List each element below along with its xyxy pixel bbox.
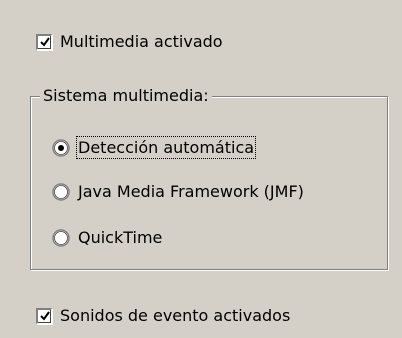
event-sounds-enabled-label: Sonidos de evento activados — [60, 306, 291, 325]
check-mark-icon — [39, 37, 50, 47]
event-sounds-enabled-option[interactable]: Sonidos de evento activados — [36, 306, 290, 325]
multimedia-enabled-option[interactable]: Multimedia activado — [36, 32, 223, 51]
event-sounds-enabled-checkbox[interactable] — [36, 307, 52, 324]
radio-selected-icon — [52, 138, 70, 157]
radio-label-quicktime: QuickTime — [78, 228, 163, 247]
radio-option-quicktime[interactable]: QuickTime — [52, 228, 162, 247]
radio-button-jmf[interactable] — [52, 182, 70, 201]
multimedia-system-group-title: Sistema multimedia: — [40, 86, 212, 105]
radio-label-auto-detection: Detección automática — [75, 136, 257, 159]
radio-button-quicktime[interactable] — [52, 228, 70, 247]
multimedia-enabled-label: Multimedia activado — [60, 32, 223, 51]
radio-label-jmf: Java Media Framework (JMF) — [78, 182, 304, 201]
radio-unselected-icon — [52, 182, 70, 201]
multimedia-enabled-checkbox[interactable] — [36, 33, 52, 50]
radio-option-auto-detection[interactable]: Detección automática — [52, 136, 257, 159]
radio-button-auto-detection[interactable] — [52, 138, 70, 157]
check-mark-icon — [39, 311, 50, 321]
radio-unselected-icon — [52, 228, 70, 247]
radio-option-jmf[interactable]: Java Media Framework (JMF) — [52, 182, 304, 201]
